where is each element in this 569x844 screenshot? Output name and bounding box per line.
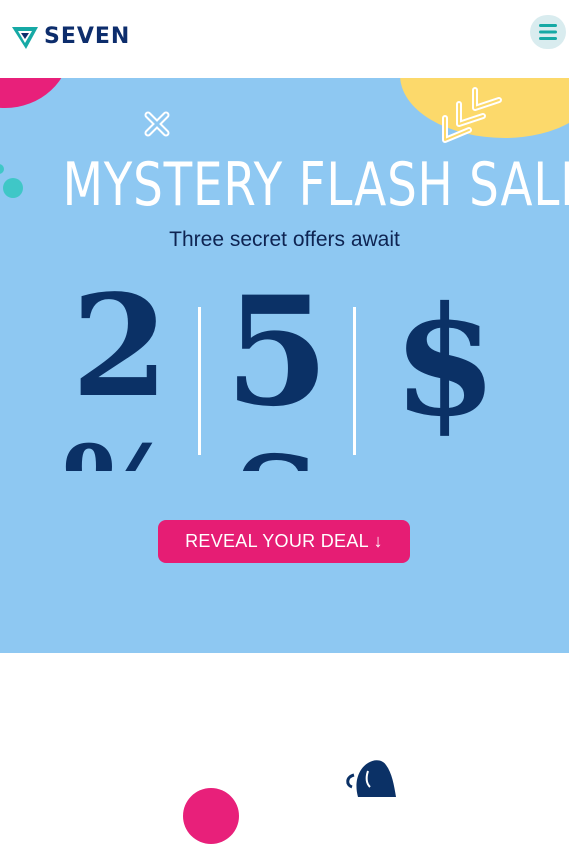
hero-title: MYSTERY FLASH SALE! xyxy=(62,150,569,220)
menu-button[interactable] xyxy=(530,15,566,49)
mascot-illustration xyxy=(346,760,396,797)
site-header: SEVEN xyxy=(0,0,569,78)
hero-subtitle: Three secret offers await xyxy=(169,228,400,251)
reel-divider xyxy=(198,307,201,455)
reel-2-current: 5 xyxy=(224,283,330,440)
slot-reel-1: 2 % xyxy=(60,283,180,471)
cross-icon xyxy=(144,111,170,137)
slot-reel-2: 5 S xyxy=(212,283,342,471)
reveal-deal-button[interactable]: REVEAL YOUR DEAL ↓ xyxy=(158,520,410,563)
seven-logo-icon xyxy=(12,26,38,49)
hamburger-icon xyxy=(539,24,557,40)
reel-divider xyxy=(353,307,356,455)
reel-1-current: 2 xyxy=(71,283,169,429)
logo-wordmark: SEVEN xyxy=(44,24,131,49)
slot-reel-3: $ xyxy=(370,283,520,471)
reel-3-current: $ xyxy=(392,283,498,450)
chevrons-icon xyxy=(442,87,502,143)
teal-dot-decoration xyxy=(0,164,4,174)
reel-1-next: % xyxy=(60,431,180,472)
logo[interactable]: SEVEN xyxy=(12,24,130,49)
flash-sale-hero: MYSTERY FLASH SALE! Three secret offers … xyxy=(0,78,569,653)
pink-blob-decoration xyxy=(0,78,70,108)
teal-dot-decoration xyxy=(3,178,23,198)
pink-circle-decoration xyxy=(183,788,239,844)
reel-2-next: S xyxy=(212,441,342,472)
